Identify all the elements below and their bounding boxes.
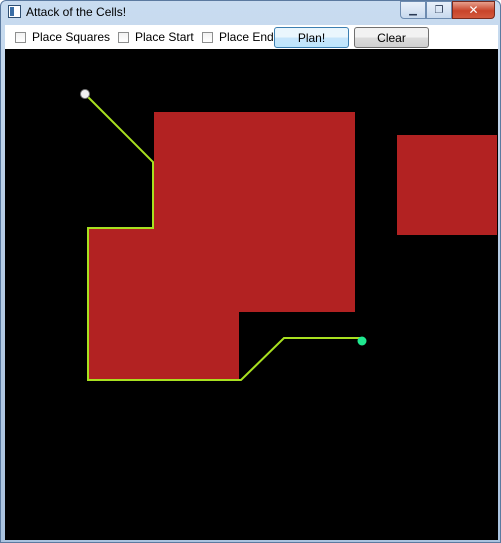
minimize-icon: ▁: [409, 5, 417, 16]
planning-canvas[interactable]: [5, 49, 498, 540]
clear-button[interactable]: Clear: [354, 27, 429, 48]
place-squares-checkbox[interactable]: Place Squares: [15, 29, 110, 45]
toolbar: Place Squares Place Start Place End Plan…: [5, 25, 498, 50]
place-start-checkbox[interactable]: Place Start: [118, 29, 194, 45]
end-marker[interactable]: [358, 337, 367, 346]
place-start-label: Place Start: [135, 30, 194, 44]
title-bar[interactable]: Attack of the Cells! ▁ ❐ ✕: [1, 1, 500, 23]
place-squares-checkbox-box[interactable]: [15, 32, 26, 43]
minimize-button[interactable]: ▁: [400, 1, 426, 19]
maximize-icon: ❐: [435, 5, 444, 16]
place-end-checkbox[interactable]: Place End: [202, 29, 274, 45]
obstacle-square-right: [397, 135, 497, 235]
place-start-checkbox-box[interactable]: [118, 32, 129, 43]
place-squares-label: Place Squares: [32, 30, 110, 44]
canvas-drawing: [5, 49, 498, 540]
close-button[interactable]: ✕: [452, 1, 495, 19]
plan-button[interactable]: Plan!: [274, 27, 349, 48]
app-icon: [8, 5, 21, 18]
window-title: Attack of the Cells!: [26, 5, 126, 19]
place-end-checkbox-box[interactable]: [202, 32, 213, 43]
caption-buttons: ▁ ❐ ✕: [400, 1, 495, 20]
app-window: Attack of the Cells! ▁ ❐ ✕ Place Squares…: [0, 0, 501, 543]
place-end-label: Place End: [219, 30, 274, 44]
obstacle-square-left: [88, 228, 239, 379]
start-marker[interactable]: [81, 90, 90, 99]
maximize-button[interactable]: ❐: [426, 1, 452, 19]
close-icon: ✕: [468, 3, 478, 17]
